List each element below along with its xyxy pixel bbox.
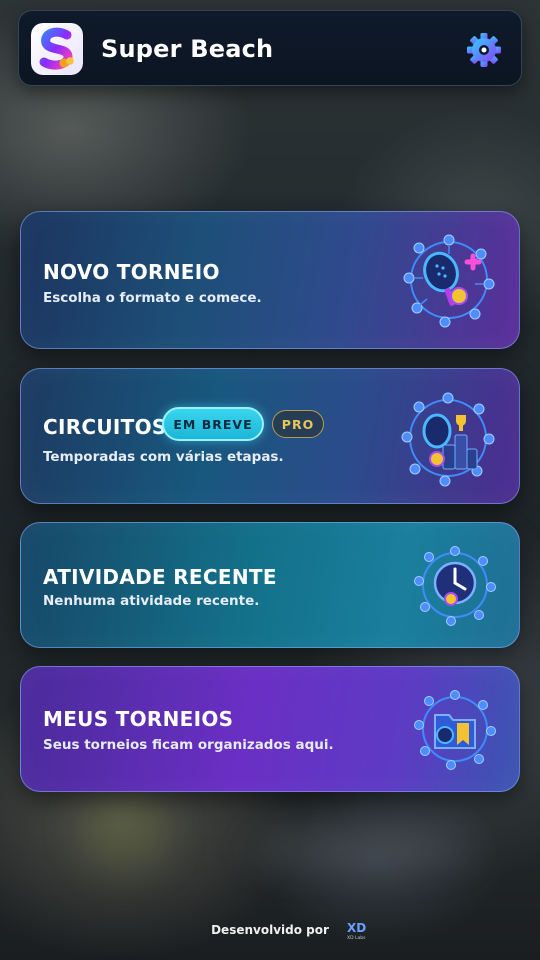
coming-soon-badge: EM BREVE — [162, 407, 264, 441]
background-blur-ball — [80, 790, 170, 870]
developer-logo[interactable]: XD XD Labs — [345, 919, 369, 941]
footer: Desenvolvido por XD XD Labs — [0, 918, 540, 942]
svg-text:XD Labs: XD Labs — [347, 935, 366, 941]
padel-racket-plus-icon — [403, 234, 495, 328]
app-title: Super Beach — [101, 35, 274, 63]
card-subtitle: Nenhuma atividade recente. — [43, 593, 260, 609]
svg-text:XD: XD — [347, 921, 366, 935]
footer-credit-text: Desenvolvido por — [211, 923, 329, 937]
card-novo-torneio[interactable]: NOVO TORNEIO Escolha o formato e comece. — [20, 211, 520, 349]
trophy-podium-icon — [401, 392, 495, 487]
card-subtitle: Seus torneios ficam organizados aqui. — [43, 737, 334, 753]
app-logo — [31, 23, 83, 75]
pro-badge: PRO — [272, 410, 324, 438]
folder-bookmark-icon — [414, 690, 496, 770]
gear-icon — [467, 33, 501, 67]
card-title: ATIVIDADE RECENTE — [43, 565, 277, 589]
card-meus-torneios[interactable]: MEUS TORNEIOS Seus torneios ficam organi… — [20, 666, 520, 792]
card-title: MEUS TORNEIOS — [43, 707, 234, 731]
card-title: NOVO TORNEIO — [43, 260, 220, 284]
card-circuitos[interactable]: CIRCUITOS EM BREVE PRO Temporadas com vá… — [20, 368, 520, 504]
card-subtitle: Escolha o formato e comece. — [43, 290, 262, 306]
card-title: CIRCUITOS — [43, 415, 167, 439]
app-header: Super Beach — [18, 10, 522, 86]
card-subtitle: Temporadas com várias etapas. — [43, 449, 284, 465]
background-blur-light — [250, 830, 470, 870]
card-atividade-recente[interactable]: ATIVIDADE RECENTE Nenhuma atividade rece… — [20, 522, 520, 648]
clock-history-icon — [414, 546, 496, 626]
settings-button[interactable] — [465, 31, 503, 69]
